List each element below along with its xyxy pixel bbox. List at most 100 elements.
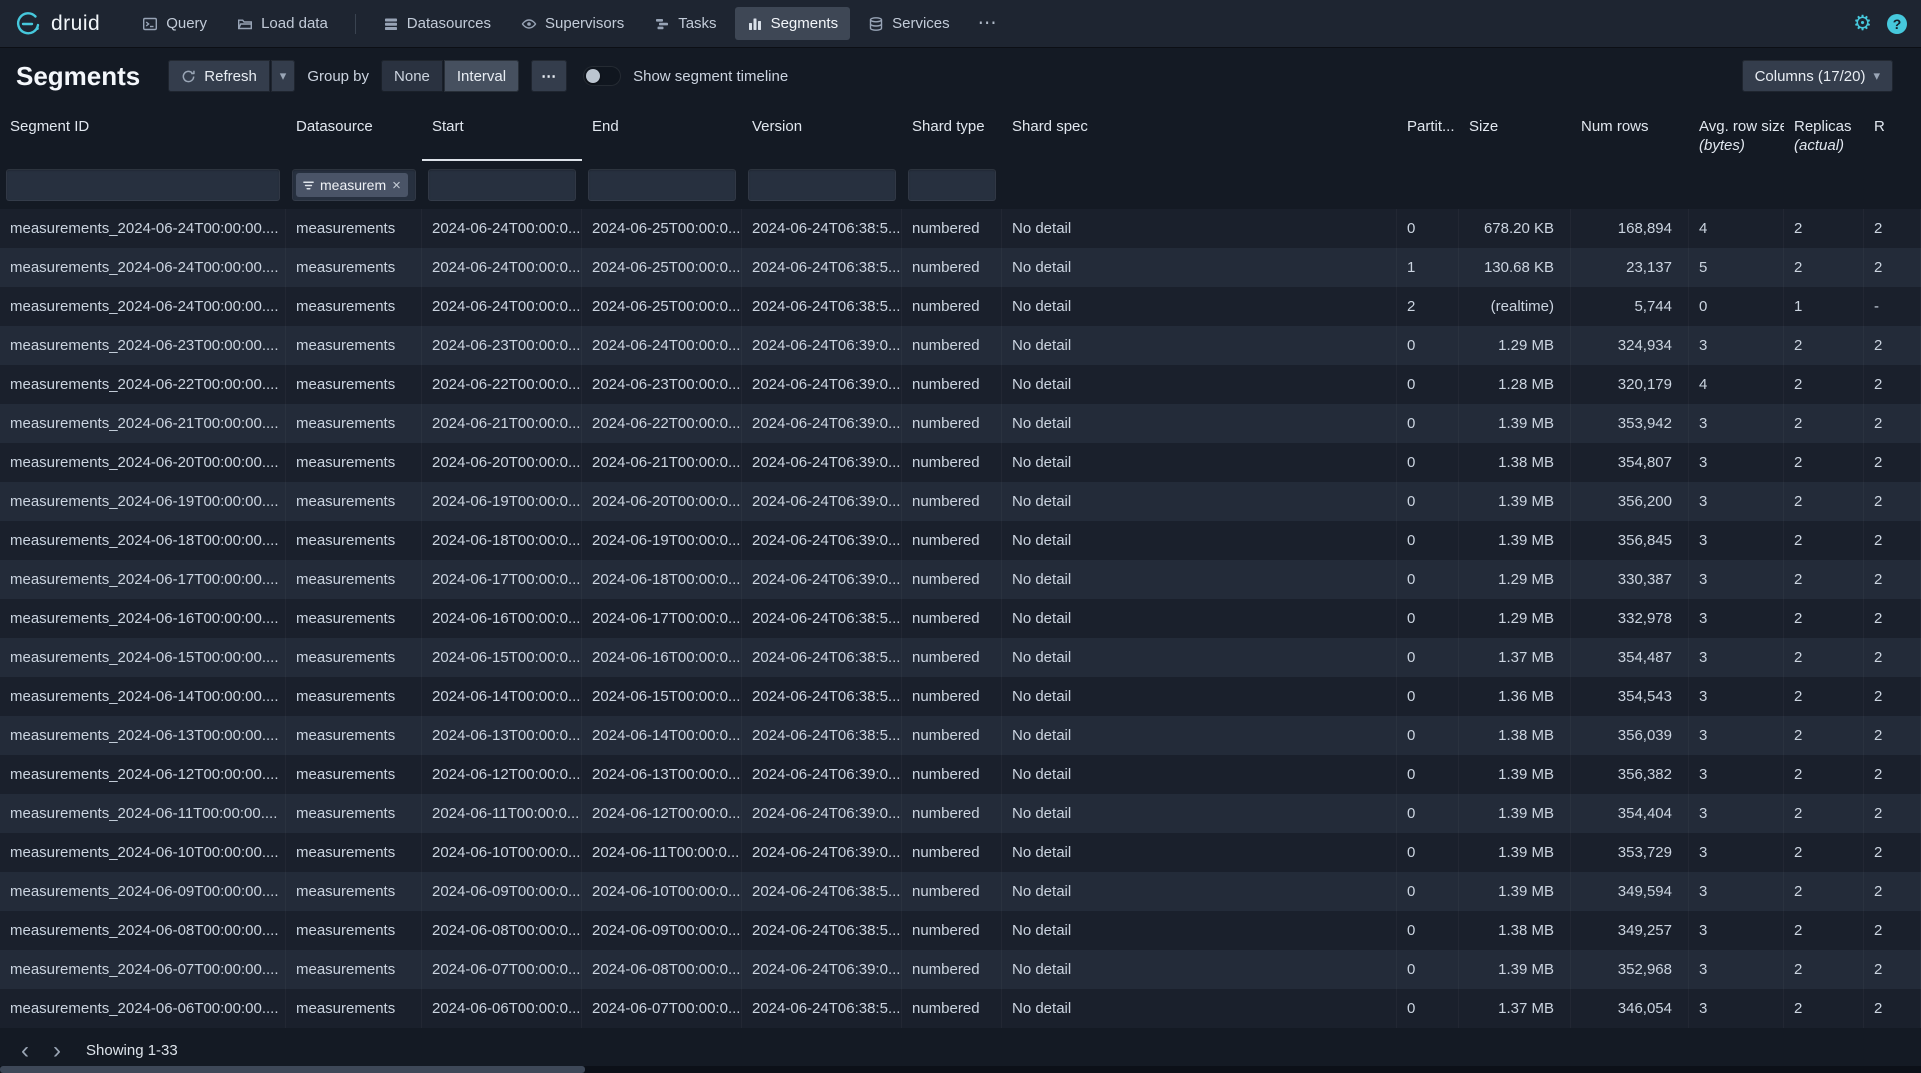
cell-replication-factor: 2	[1864, 677, 1921, 716]
table-row[interactable]: measurements_2024-06-10T00:00:00.... mea…	[0, 833, 1921, 872]
table-row[interactable]: measurements_2024-06-16T00:00:00.... mea…	[0, 599, 1921, 638]
nav-services[interactable]: Services	[856, 7, 962, 40]
cell-shard-type: numbered	[902, 326, 1002, 365]
cell-avg-row-size: 3	[1689, 443, 1784, 482]
table-row[interactable]: measurements_2024-06-22T00:00:00.... mea…	[0, 365, 1921, 404]
table-row[interactable]: measurements_2024-06-11T00:00:00.... mea…	[0, 794, 1921, 833]
nav-supervisors[interactable]: Supervisors	[509, 7, 636, 40]
cell-datasource: measurements	[286, 950, 422, 989]
table-row[interactable]: measurements_2024-06-17T00:00:00.... mea…	[0, 560, 1921, 599]
cell-datasource: measurements	[286, 326, 422, 365]
group-by-label: Group by	[307, 68, 369, 85]
cell-end: 2024-06-23T00:00:0...	[582, 365, 742, 404]
column-header-replicas[interactable]: Replicas (actual)	[1784, 105, 1864, 161]
start-filter-input[interactable]	[428, 169, 576, 201]
cell-start: 2024-06-08T00:00:0...	[422, 911, 582, 950]
nav-load-data[interactable]: Load data	[225, 7, 340, 40]
previous-page-button[interactable]: ‹	[10, 1036, 40, 1066]
table-row[interactable]: measurements_2024-06-24T00:00:00.... mea…	[0, 248, 1921, 287]
cell-segment-id: measurements_2024-06-20T00:00:00....	[0, 443, 286, 482]
remove-tag-icon[interactable]: ×	[392, 178, 401, 193]
nav-query[interactable]: Query	[130, 7, 219, 40]
column-header-num-rows[interactable]: Num rows	[1571, 105, 1689, 161]
cell-avg-row-size: 3	[1689, 950, 1784, 989]
nav-more-button[interactable]: ⋯	[968, 12, 1008, 35]
cell-end: 2024-06-14T00:00:0...	[582, 716, 742, 755]
page-title: Segments	[16, 61, 140, 92]
settings-gear-icon[interactable]: ⚙	[1853, 13, 1872, 34]
table-row[interactable]: measurements_2024-06-18T00:00:00.... mea…	[0, 521, 1921, 560]
cell-replication-factor: 2	[1864, 794, 1921, 833]
table-row[interactable]: measurements_2024-06-13T00:00:00.... mea…	[0, 716, 1921, 755]
column-header-start[interactable]: Start	[422, 105, 582, 161]
datasource-filter-tag[interactable]: measurem ×	[296, 173, 408, 197]
cell-shard-spec: No detail	[1002, 872, 1397, 911]
table-row[interactable]: measurements_2024-06-24T00:00:00.... mea…	[0, 287, 1921, 326]
cell-shard-type: numbered	[902, 560, 1002, 599]
cell-start: 2024-06-24T00:00:0...	[422, 248, 582, 287]
brand[interactable]: druid	[14, 10, 100, 38]
column-header-partition[interactable]: Partit...	[1397, 105, 1459, 161]
nav-datasources[interactable]: Datasources	[371, 7, 503, 40]
cell-size: 1.29 MB	[1459, 560, 1571, 599]
cell-replication-factor: 2	[1864, 989, 1921, 1028]
nav-tasks[interactable]: Tasks	[642, 7, 728, 40]
cell-shard-type: numbered	[902, 443, 1002, 482]
column-header-size[interactable]: Size	[1459, 105, 1571, 161]
version-filter-input[interactable]	[748, 169, 896, 201]
table-row[interactable]: measurements_2024-06-09T00:00:00.... mea…	[0, 872, 1921, 911]
help-icon[interactable]: ?	[1887, 14, 1907, 34]
column-header-replication-factor[interactable]: R	[1864, 105, 1921, 161]
table-row[interactable]: measurements_2024-06-23T00:00:00.... mea…	[0, 326, 1921, 365]
column-header-shard-type[interactable]: Shard type	[902, 105, 1002, 161]
more-options-button[interactable]: ⋯	[531, 60, 567, 92]
cell-shard-type: numbered	[902, 950, 1002, 989]
end-filter-input[interactable]	[588, 169, 736, 201]
table-row[interactable]: measurements_2024-06-15T00:00:00.... mea…	[0, 638, 1921, 677]
nav-segments[interactable]: Segments	[735, 7, 851, 40]
shard-type-filter-input[interactable]	[908, 169, 996, 201]
column-header-shard-spec[interactable]: Shard spec	[1002, 105, 1397, 161]
cell-start: 2024-06-09T00:00:0...	[422, 872, 582, 911]
cell-start: 2024-06-24T00:00:0...	[422, 209, 582, 248]
table-row[interactable]: measurements_2024-06-14T00:00:00.... mea…	[0, 677, 1921, 716]
column-header-version[interactable]: Version	[742, 105, 902, 161]
cell-num-rows: 354,487	[1571, 638, 1689, 677]
cell-replicas: 2	[1784, 326, 1864, 365]
table-row[interactable]: measurements_2024-06-21T00:00:00.... mea…	[0, 404, 1921, 443]
segment-id-filter-input[interactable]	[6, 169, 280, 201]
column-header-datasource[interactable]: Datasource	[286, 105, 422, 161]
cell-partition: 0	[1397, 521, 1459, 560]
cell-segment-id: measurements_2024-06-12T00:00:00....	[0, 755, 286, 794]
table-row[interactable]: measurements_2024-06-20T00:00:00.... mea…	[0, 443, 1921, 482]
group-by-interval-button[interactable]: Interval	[444, 60, 519, 92]
table-row[interactable]: measurements_2024-06-07T00:00:00.... mea…	[0, 950, 1921, 989]
group-by-none-button[interactable]: None	[381, 60, 443, 92]
table-row[interactable]: measurements_2024-06-24T00:00:00.... mea…	[0, 209, 1921, 248]
cell-segment-id: measurements_2024-06-24T00:00:00....	[0, 287, 286, 326]
cell-num-rows: 354,807	[1571, 443, 1689, 482]
table-row[interactable]: measurements_2024-06-19T00:00:00.... mea…	[0, 482, 1921, 521]
cell-size: 1.28 MB	[1459, 365, 1571, 404]
table-row[interactable]: measurements_2024-06-06T00:00:00.... mea…	[0, 989, 1921, 1028]
column-header-avg-row-size[interactable]: Avg. row size (bytes)	[1689, 105, 1784, 161]
cell-version: 2024-06-24T06:39:0...	[742, 833, 902, 872]
refresh-button[interactable]: Refresh	[168, 60, 270, 92]
cell-partition: 0	[1397, 911, 1459, 950]
table-row[interactable]: measurements_2024-06-12T00:00:00.... mea…	[0, 755, 1921, 794]
column-header-end[interactable]: End	[582, 105, 742, 161]
columns-button[interactable]: Columns (17/20) ▾	[1742, 60, 1893, 92]
horizontal-scrollbar-thumb[interactable]	[0, 1066, 585, 1073]
segment-timeline-toggle[interactable]	[583, 66, 621, 86]
cell-size: 1.39 MB	[1459, 482, 1571, 521]
datasource-filter-input[interactable]: measurem ×	[292, 169, 416, 201]
table-row[interactable]: measurements_2024-06-08T00:00:00.... mea…	[0, 911, 1921, 950]
column-header-segment-id[interactable]: Segment ID	[0, 105, 286, 161]
cell-replicas: 2	[1784, 950, 1864, 989]
cell-size: 1.37 MB	[1459, 638, 1571, 677]
cell-version: 2024-06-24T06:38:5...	[742, 248, 902, 287]
next-page-button[interactable]: ›	[42, 1036, 72, 1066]
column-header-label: Replicas	[1794, 118, 1852, 135]
refresh-dropdown-button[interactable]: ▾	[271, 60, 296, 92]
cell-shard-spec: No detail	[1002, 950, 1397, 989]
